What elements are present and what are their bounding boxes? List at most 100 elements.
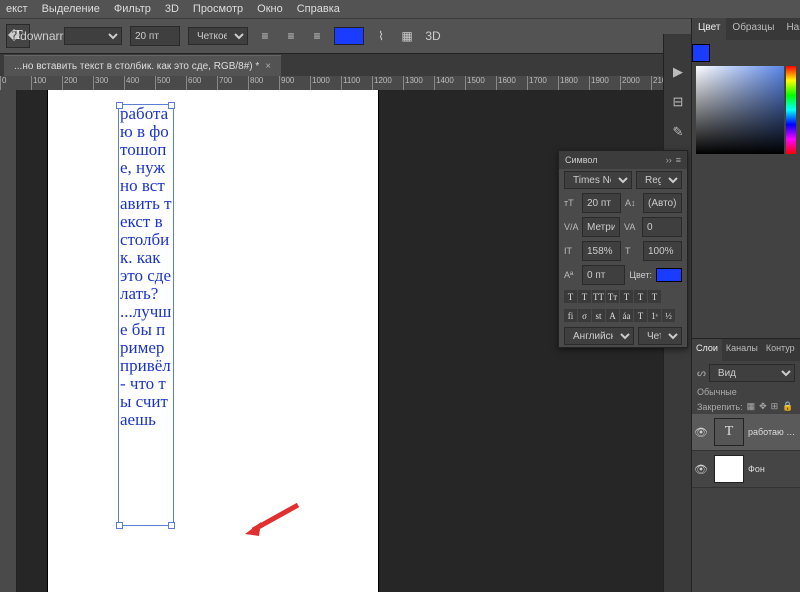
blend-mode[interactable]: Обычные <box>697 387 737 397</box>
type-style-button[interactable]: σ <box>578 309 591 322</box>
ruler-vertical <box>0 90 17 592</box>
tab-channels[interactable]: Каналы <box>722 339 762 361</box>
handle-se[interactable] <box>168 522 175 529</box>
font-family-select[interactable] <box>64 27 122 45</box>
lock-all-icon[interactable]: 🔒 <box>782 401 793 412</box>
tab-color[interactable]: Цвет <box>692 18 726 40</box>
type-style-button[interactable]: T <box>648 290 661 303</box>
right-column: Цвет Образцы Навига Слои Каналы Контур ᔕ… <box>691 18 800 592</box>
kerning-field[interactable] <box>582 217 620 237</box>
align-right-icon[interactable]: ≡ <box>308 27 326 45</box>
type-style-button[interactable]: 1ˢ <box>648 309 661 322</box>
character-panel[interactable]: Символ ››≡ Times New Ro...Regular тТА↕ V… <box>558 150 688 348</box>
color-label: Цвет: <box>629 270 652 280</box>
handle-sw[interactable] <box>116 522 123 529</box>
annotation-arrow <box>243 500 303 540</box>
char-panel-icon[interactable]: ▦ <box>398 27 416 45</box>
lock-artboard-icon[interactable]: ⊞ <box>771 401 779 412</box>
type-style-row-1: TTTTTтTTT <box>559 287 687 306</box>
type-style-button[interactable]: T <box>620 290 633 303</box>
aa-select-panel[interactable]: Четкое <box>638 327 682 345</box>
menu-item[interactable]: Просмотр <box>193 3 243 15</box>
type-style-row-2: fiσstAáaT1ˢ½ <box>559 306 687 325</box>
type-style-button[interactable]: T <box>578 290 591 303</box>
type-style-button[interactable]: T <box>634 290 647 303</box>
search-icon: ᔕ <box>697 368 706 379</box>
layer-name[interactable]: работаю в фо... <box>748 427 800 437</box>
lock-pixels-icon[interactable]: ▦ <box>747 401 756 412</box>
ruler-icon[interactable]: ⊟ <box>668 92 688 112</box>
layer-row[interactable]: 👁 T работаю в фо... <box>692 414 800 451</box>
font-size-field[interactable] <box>130 26 180 46</box>
layer-thumb-text: T <box>714 418 744 446</box>
document-tab[interactable]: ...но вставить текст в столбик. как это … <box>4 55 281 76</box>
panel-menu-icon[interactable]: ≡ <box>676 155 681 165</box>
font-family-select-panel[interactable]: Times New Ro... <box>564 171 632 189</box>
layer-row[interactable]: 👁 Фон <box>692 451 800 488</box>
collapse-icon[interactable]: ›› <box>666 155 672 165</box>
color-picker[interactable] <box>696 66 796 154</box>
baseline-icon: Aª <box>564 270 578 280</box>
tab-layers[interactable]: Слои <box>692 339 722 361</box>
hscale-field[interactable] <box>643 241 682 261</box>
font-weight-select[interactable]: Regular <box>636 171 682 189</box>
antialias-select[interactable]: Четкое <box>188 27 248 45</box>
visibility-icon[interactable]: 👁 <box>692 426 710 439</box>
type-style-button[interactable]: st <box>592 309 605 322</box>
visibility-icon[interactable]: 👁 <box>692 463 710 476</box>
lock-label: Закрепить: <box>697 402 743 412</box>
type-style-button[interactable]: áa <box>620 309 633 322</box>
handle-nw[interactable] <box>116 102 123 109</box>
warp-text-icon[interactable]: ⌇ <box>372 27 390 45</box>
type-style-button[interactable]: TT <box>592 290 605 303</box>
menu-item[interactable]: Фильтр <box>114 3 151 15</box>
tracking-icon: VA <box>624 222 638 232</box>
leading-field[interactable] <box>643 193 682 213</box>
fg-color-swatch[interactable] <box>692 44 710 62</box>
align-left-icon[interactable]: ≡ <box>256 27 274 45</box>
play-icon[interactable]: ▶ <box>668 62 688 82</box>
type-style-button[interactable]: T <box>564 290 577 303</box>
type-style-button[interactable]: A <box>606 309 619 322</box>
menu-item[interactable]: екст <box>6 3 28 15</box>
lock-position-icon[interactable]: ✥ <box>759 401 767 412</box>
hscale-icon: T <box>625 246 639 256</box>
tab-paths[interactable]: Контур <box>762 339 799 361</box>
layer-filter-select[interactable]: Вид <box>709 364 795 382</box>
sv-field[interactable] <box>696 66 784 154</box>
brush-icon[interactable]: ✎ <box>668 122 688 142</box>
text-color-swatch-panel[interactable] <box>656 268 682 282</box>
menu-item[interactable]: Окно <box>257 3 283 15</box>
menu-item[interactable]: 3D <box>165 3 179 15</box>
align-center-icon[interactable]: ≡ <box>282 27 300 45</box>
text-frame[interactable]: работаю в фотошопе, нужно вставить текст… <box>118 104 174 526</box>
tab-swatches[interactable]: Образцы <box>726 18 780 40</box>
tab-navigator[interactable]: Навига <box>780 18 800 40</box>
type-style-button[interactable]: T <box>634 309 647 322</box>
baseline-field[interactable] <box>582 265 625 285</box>
vscale-icon: IT <box>564 246 578 256</box>
orientation-icon[interactable]: �downarrowT <box>38 27 56 45</box>
layer-thumb-bg <box>714 455 744 483</box>
layers-panel: Слои Каналы Контур ᔕ Вид Обычные Закрепи… <box>692 338 800 592</box>
type-style-button[interactable]: ½ <box>662 309 675 322</box>
character-panel-title: Символ <box>565 155 597 165</box>
size-icon: тТ <box>564 198 578 208</box>
vscale-field[interactable] <box>582 241 621 261</box>
3d-button[interactable]: 3D <box>424 27 442 45</box>
handle-ne[interactable] <box>168 102 175 109</box>
hue-slider[interactable] <box>786 66 796 154</box>
type-style-button[interactable]: fi <box>564 309 577 322</box>
text-color-swatch[interactable] <box>334 27 364 45</box>
menu-item[interactable]: Справка <box>297 3 340 15</box>
canvas[interactable]: работаю в фотошопе, нужно вставить текст… <box>48 90 378 592</box>
tracking-field[interactable] <box>642 217 682 237</box>
size-field[interactable] <box>582 193 621 213</box>
type-style-button[interactable]: Tт <box>606 290 619 303</box>
language-select[interactable]: Английский: США <box>564 327 634 345</box>
close-tab-icon[interactable]: × <box>265 61 271 72</box>
color-panel-tabs: Цвет Образцы Навига <box>692 18 800 40</box>
layer-name[interactable]: Фон <box>748 464 800 474</box>
menu-item[interactable]: Выделение <box>42 3 100 15</box>
document-tab-title: ...но вставить текст в столбик. как это … <box>14 61 259 72</box>
